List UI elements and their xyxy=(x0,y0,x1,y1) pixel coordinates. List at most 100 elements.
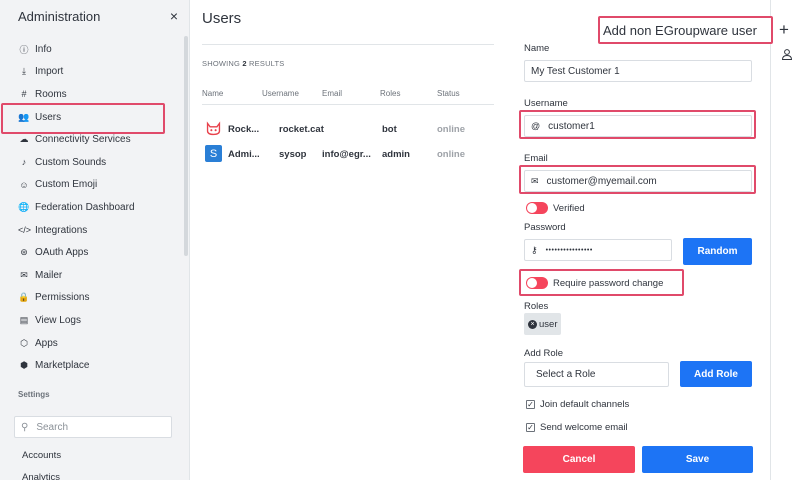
remove-role-icon[interactable]: × xyxy=(528,319,537,329)
row-status: online xyxy=(437,149,465,160)
join-default-label: Join default channels xyxy=(540,399,630,410)
sidebar-item-label: Import xyxy=(35,66,64,78)
apps-icon: ⬡ xyxy=(20,337,28,348)
send-welcome-label: Send welcome email xyxy=(540,422,628,433)
mailer-icon: ✉ xyxy=(20,269,28,280)
sidebar-item-integrations[interactable]: </> Integrations xyxy=(0,219,183,242)
oauth-apps-icon: ⊛ xyxy=(20,247,28,258)
sidebar-header: Administration × xyxy=(18,8,178,24)
close-icon[interactable]: × xyxy=(170,8,178,24)
sidebar-item-import[interactable]: ⤓ Import xyxy=(0,61,183,84)
app-root: Administration × ⓘ Info ⤓ Import # Rooms 👥 User… xyxy=(0,0,800,480)
sidebar-item-connectivity-services[interactable]: ☁ Connectivity Services xyxy=(0,128,183,151)
users-icon: 👥 xyxy=(18,111,30,122)
row-username: rocket.cat xyxy=(279,124,324,135)
settings-item-accounts[interactable]: Accounts xyxy=(22,450,61,461)
sidebar-scrollbar[interactable] xyxy=(184,36,188,256)
checkbox-checked-icon: ✓ xyxy=(526,423,535,432)
username-label: Username xyxy=(524,98,568,109)
username-field[interactable]: @ customer1 xyxy=(524,115,752,137)
user-avatar: S xyxy=(205,145,222,162)
page-title: Users xyxy=(202,10,242,27)
sidebar-item-label: Rooms xyxy=(35,88,67,100)
sidebar-item-label: Info xyxy=(35,43,52,55)
email-field[interactable]: ✉ customer@myemail.com xyxy=(524,170,752,192)
sidebar-item-permissions[interactable]: 🔒 Permissions xyxy=(0,287,183,310)
user-icon[interactable] xyxy=(781,48,793,60)
marketplace-icon: ⬢ xyxy=(20,360,28,371)
add-user-button[interactable]: + xyxy=(779,20,789,40)
row-username: sysop xyxy=(279,149,307,160)
roles-label: Roles xyxy=(524,301,549,312)
row-roles: admin xyxy=(382,149,410,160)
column-header-email[interactable]: Email xyxy=(322,89,342,98)
row-roles: bot xyxy=(382,124,397,135)
role-chip[interactable]: × user xyxy=(524,313,562,335)
column-header-status[interactable]: Status xyxy=(437,89,460,98)
join-default-channels-checkbox[interactable]: ✓ Join default channels xyxy=(526,399,629,410)
settings-item-analytics[interactable]: Analytics xyxy=(22,472,60,480)
sidebar-item-rooms[interactable]: # Rooms xyxy=(0,83,183,106)
sidebar-item-mailer[interactable]: ✉ Mailer xyxy=(0,264,183,287)
sidebar-item-federation-dashboard[interactable]: 🌐 Federation Dashboard xyxy=(0,196,183,219)
column-header-roles[interactable]: Roles xyxy=(380,89,400,98)
username-value: customer1 xyxy=(548,120,595,132)
sidebar-item-label: Mailer xyxy=(35,269,63,281)
sidebar-item-view-logs[interactable]: ▤ View Logs xyxy=(0,309,183,332)
key-icon: ⚷ xyxy=(531,244,538,255)
sidebar-item-label: Permissions xyxy=(35,292,90,304)
checkbox-checked-icon: ✓ xyxy=(526,400,535,409)
search-icon: ⚲ xyxy=(21,421,29,433)
sidebar-item-label: Integrations xyxy=(35,224,88,236)
sidebar-item-label: View Logs xyxy=(35,314,81,326)
name-value: My Test Customer 1 xyxy=(531,65,620,77)
sidebar-item-oauth-apps[interactable]: ⊛ OAuth Apps xyxy=(0,241,183,264)
verified-toggle[interactable] xyxy=(526,202,548,214)
panel-title: Add non EGroupware user xyxy=(598,16,773,44)
select-role-dropdown[interactable]: Select a Role xyxy=(524,362,669,387)
email-value: customer@myemail.com xyxy=(546,175,657,187)
connectivity-services-icon: ☁ xyxy=(19,134,29,145)
require-password-change-toggle[interactable] xyxy=(526,277,548,289)
table-row[interactable]: Rock... rocket.cat bot online xyxy=(202,119,494,141)
sidebar-item-marketplace[interactable]: ⬢ Marketplace xyxy=(0,354,183,377)
table-row[interactable]: S Admi... sysop info@egr... admin online xyxy=(202,144,494,166)
random-password-button[interactable]: Random xyxy=(683,238,752,265)
panel-divider xyxy=(770,0,771,480)
sidebar-item-label: Users xyxy=(35,111,62,123)
save-button[interactable]: Save xyxy=(642,446,753,473)
table-header-divider xyxy=(202,104,494,105)
sidebar-item-label: Custom Sounds xyxy=(35,156,107,168)
mail-icon: ✉ xyxy=(531,175,539,186)
showing-prefix: SHOWING xyxy=(202,59,241,68)
sidebar-item-custom-emoji[interactable]: ☺ Custom Emoji xyxy=(0,174,183,197)
send-welcome-email-checkbox[interactable]: ✓ Send welcome email xyxy=(526,422,628,433)
row-name: Rock... xyxy=(228,124,260,135)
verified-label: Verified xyxy=(553,203,585,214)
cancel-button[interactable]: Cancel xyxy=(523,446,635,473)
divider xyxy=(202,44,494,45)
password-field[interactable]: ⚷ •••••••••••••••• xyxy=(524,239,672,261)
sidebar-item-info[interactable]: ⓘ Info xyxy=(0,38,183,61)
sidebar-item-label: Custom Emoji xyxy=(35,179,98,191)
name-field[interactable]: My Test Customer 1 xyxy=(524,60,752,82)
sidebar-item-label: Federation Dashboard xyxy=(35,201,135,213)
column-header-name[interactable]: Name xyxy=(202,89,223,98)
permissions-icon: 🔒 xyxy=(18,292,30,303)
settings-search-input[interactable]: ⚲ Search xyxy=(14,416,172,438)
column-header-username[interactable]: Username xyxy=(262,89,299,98)
import-icon: ⤓ xyxy=(22,66,26,77)
sidebar-item-apps[interactable]: ⬡ Apps xyxy=(0,332,183,355)
custom-emoji-icon: ☺ xyxy=(19,179,29,190)
sidebar-item-label: Apps xyxy=(35,337,58,349)
email-label: Email xyxy=(524,153,548,164)
search-placeholder: Search xyxy=(36,421,69,433)
sidebar-item-custom-sounds[interactable]: ♪ Custom Sounds xyxy=(0,151,183,174)
select-role-value: Select a Role xyxy=(536,369,596,380)
sidebar-item-label: Marketplace xyxy=(35,360,90,372)
add-role-label: Add Role xyxy=(524,348,564,359)
view-logs-icon: ▤ xyxy=(19,314,29,325)
row-email: info@egr... xyxy=(322,149,371,160)
add-role-button[interactable]: Add Role xyxy=(680,361,752,387)
sidebar-item-users[interactable]: 👥 Users xyxy=(0,102,183,134)
